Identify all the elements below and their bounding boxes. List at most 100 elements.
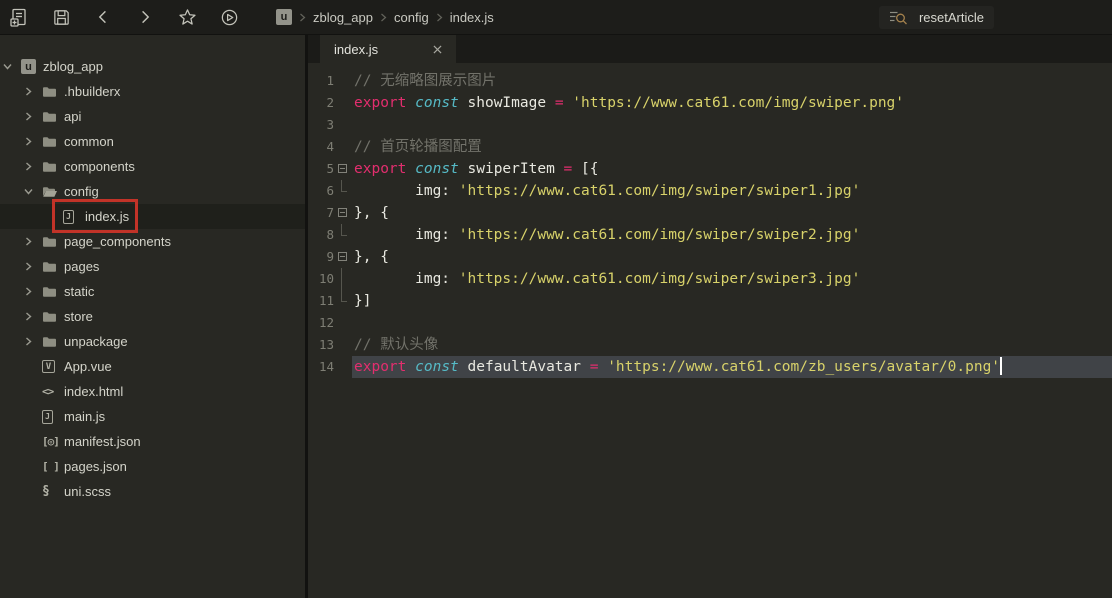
toolbar: u zblog_app config index.js: [0, 0, 1112, 35]
code-text[interactable]: // 首页轮播图配置: [352, 136, 1112, 158]
tree-item-app-vue[interactable]: VApp.vue: [0, 354, 305, 379]
tree-item-pages-json[interactable]: [ ]pages.json: [0, 454, 305, 479]
chevron-down-icon[interactable]: [3, 62, 21, 71]
folder-icon: [42, 335, 62, 348]
code-line-1[interactable]: 1// 无缩略图展示图片: [308, 70, 1112, 92]
breadcrumb-project[interactable]: zblog_app: [313, 10, 373, 25]
tree-item-label: zblog_app: [43, 59, 103, 74]
chevron-right-icon[interactable]: [24, 87, 42, 96]
new-file-button[interactable]: [8, 6, 30, 28]
back-button[interactable]: [92, 6, 114, 28]
tree-item-static[interactable]: static: [0, 279, 305, 304]
annotation-red-box: [52, 199, 138, 233]
code-text[interactable]: export const defaultAvatar = 'https://ww…: [352, 356, 1112, 378]
chevron-right-icon[interactable]: [24, 162, 42, 171]
save-button[interactable]: [50, 6, 72, 28]
gutter-fold-column: [334, 180, 352, 202]
tab-index-js[interactable]: index.js: [320, 35, 456, 63]
code-line-9[interactable]: 9}, {: [308, 246, 1112, 268]
tree-item-label: manifest.json: [64, 434, 141, 449]
code-line-10[interactable]: 10 img: 'https://www.cat61.com/img/swipe…: [308, 268, 1112, 290]
tree-item-api[interactable]: api: [0, 104, 305, 129]
code-text[interactable]: img: 'https://www.cat61.com/img/swiper/s…: [352, 268, 1112, 290]
chevron-right-icon[interactable]: [24, 237, 42, 246]
folder-icon: [42, 160, 62, 173]
chevron-right-icon[interactable]: [24, 112, 42, 121]
code-text[interactable]: }, {: [352, 202, 1112, 224]
code-line-5[interactable]: 5 export const swiperItem = [{: [308, 158, 1112, 180]
tree-item-manifest-json[interactable]: [◎]manifest.json: [0, 429, 305, 454]
tree-item-uni-scss[interactable]: §uni.scss: [0, 479, 305, 504]
fold-guide: [341, 268, 342, 290]
code-text[interactable]: // 默认头像: [352, 334, 1112, 356]
code-line-3[interactable]: 3: [308, 114, 1112, 136]
fold-guide: [341, 180, 347, 192]
folder-icon: [42, 260, 62, 273]
code-text[interactable]: export const swiperItem = [{: [352, 158, 1112, 180]
fold-collapse-icon[interactable]: [338, 208, 347, 217]
chevron-right-icon[interactable]: [24, 337, 42, 346]
folder-icon: [42, 135, 62, 148]
tree-item-index-js[interactable]: Jindex.js: [0, 204, 305, 229]
code-line-6[interactable]: 6 img: 'https://www.cat61.com/img/swiper…: [308, 180, 1112, 202]
tree-item-unpackage[interactable]: unpackage: [0, 329, 305, 354]
code-text[interactable]: }]: [352, 290, 1112, 312]
code-text[interactable]: export const showImage = 'https://www.ca…: [352, 92, 1112, 114]
close-icon[interactable]: [433, 45, 442, 54]
run-icon: [220, 8, 239, 27]
search-input[interactable]: resetArticle: [919, 10, 984, 25]
chevron-right-icon[interactable]: [24, 287, 42, 296]
breadcrumb-file[interactable]: index.js: [450, 10, 494, 25]
breadcrumb-folder[interactable]: config: [394, 10, 429, 25]
line-number: 5: [308, 158, 334, 180]
chevron-down-icon[interactable]: [24, 187, 42, 196]
tree-item-store[interactable]: store: [0, 304, 305, 329]
code-line-4[interactable]: 4// 首页轮播图配置: [308, 136, 1112, 158]
tree-item-label: .hbuilderx: [64, 84, 120, 99]
code-line-13[interactable]: 13// 默认头像: [308, 334, 1112, 356]
tree-item-index-html[interactable]: <>index.html: [0, 379, 305, 404]
fold-collapse-icon[interactable]: [338, 164, 347, 173]
code-line-7[interactable]: 7 }, {: [308, 202, 1112, 224]
code-line-2[interactable]: 2export const showImage = 'https://www.c…: [308, 92, 1112, 114]
token-ty: const: [415, 95, 459, 111]
tree-item-config[interactable]: config: [0, 179, 305, 204]
fold-collapse-icon[interactable]: [338, 252, 347, 261]
token-ty: const: [415, 359, 459, 375]
code-text[interactable]: img: 'https://www.cat61.com/img/swiper/s…: [352, 224, 1112, 246]
code-text[interactable]: [352, 114, 1112, 136]
chevron-right-icon[interactable]: [24, 312, 42, 321]
code-text[interactable]: img: 'https://www.cat61.com/img/swiper/s…: [352, 180, 1112, 202]
chevron-right-icon[interactable]: [24, 262, 42, 271]
token-kw: export: [354, 161, 406, 177]
token-pl: }, {: [354, 249, 389, 265]
run-button[interactable]: [218, 6, 240, 28]
code-text[interactable]: }, {: [352, 246, 1112, 268]
token-kw: export: [354, 359, 406, 375]
token-pl: }]: [354, 293, 371, 309]
tree-item-main-js[interactable]: Jmain.js: [0, 404, 305, 429]
text-cursor: [1000, 357, 1002, 375]
code-line-14[interactable]: 14export const defaultAvatar = 'https://…: [308, 356, 1112, 378]
tree-item--hbuilderx[interactable]: .hbuilderx: [0, 79, 305, 104]
chevron-right-icon[interactable]: [24, 137, 42, 146]
code-line-12[interactable]: 12: [308, 312, 1112, 334]
gutter-fold-column: [334, 158, 352, 180]
token-str: 'https://www.cat61.com/zb_users/avatar/0…: [607, 359, 1000, 375]
favorite-button[interactable]: [176, 6, 198, 28]
tree-item-page-components[interactable]: page_components: [0, 229, 305, 254]
tree-item-pages[interactable]: pages: [0, 254, 305, 279]
token-cmt: // 默认头像: [354, 337, 438, 353]
search-box[interactable]: resetArticle: [879, 6, 994, 29]
tree-item-zblog-app[interactable]: uzblog_app: [0, 54, 305, 79]
forward-button[interactable]: [134, 6, 156, 28]
line-number: 7: [308, 202, 334, 224]
code-line-11[interactable]: 11}]: [308, 290, 1112, 312]
fold-guide: [341, 224, 347, 236]
code-text[interactable]: [352, 312, 1112, 334]
code-line-8[interactable]: 8 img: 'https://www.cat61.com/img/swiper…: [308, 224, 1112, 246]
code-text[interactable]: // 无缩略图展示图片: [352, 70, 1112, 92]
tree-item-common[interactable]: common: [0, 129, 305, 154]
code-editor[interactable]: 1// 无缩略图展示图片2export const showImage = 'h…: [308, 63, 1112, 598]
tree-item-components[interactable]: components: [0, 154, 305, 179]
